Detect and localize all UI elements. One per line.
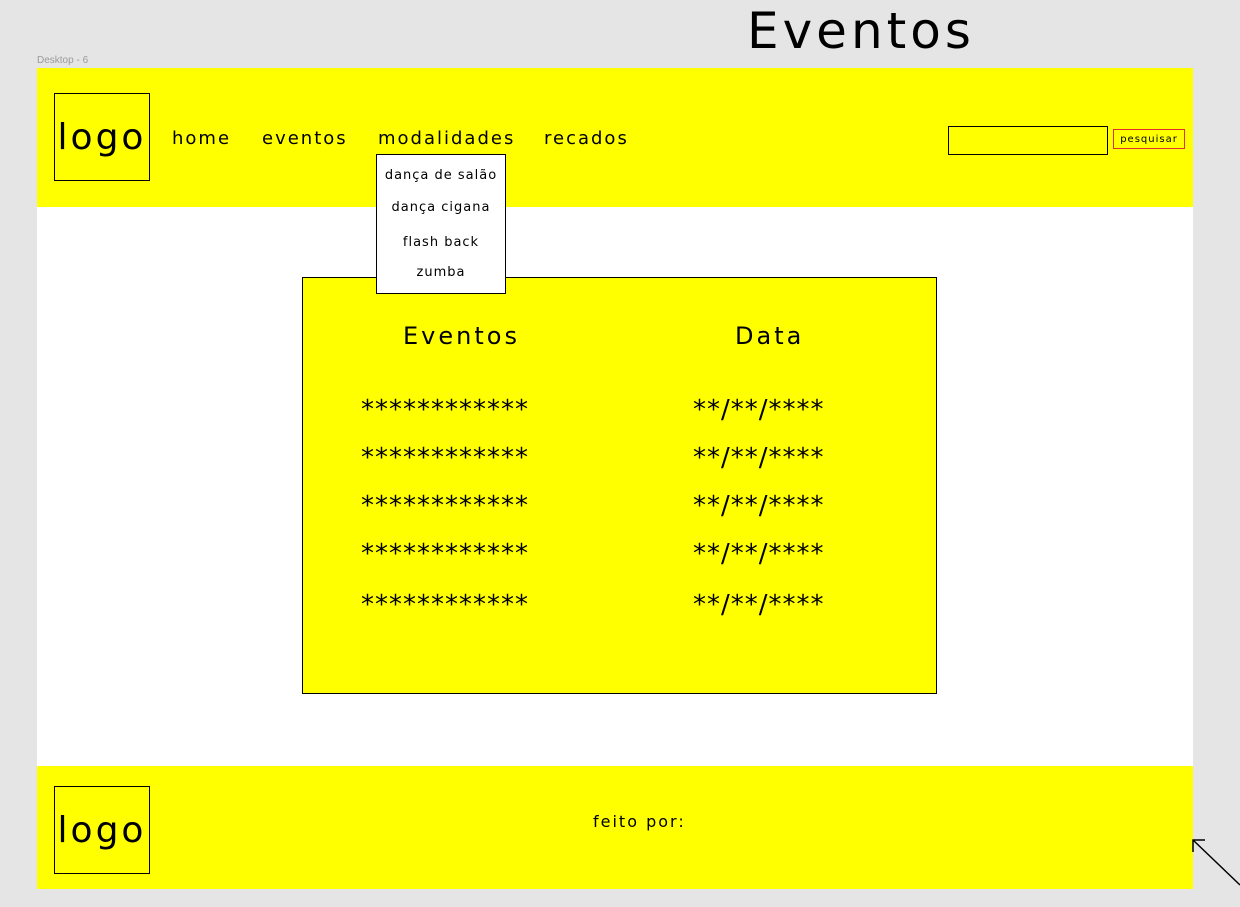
footer-logo[interactable]: logo bbox=[54, 786, 150, 874]
event-date: **/**/**** bbox=[693, 491, 825, 521]
footer: logo feito por: bbox=[37, 766, 1193, 889]
resize-arrow-icon[interactable] bbox=[1180, 830, 1240, 890]
event-name: ************ bbox=[361, 491, 529, 521]
frame-label[interactable]: Desktop - 6 bbox=[37, 55, 88, 66]
modalidades-dropdown: dança de salão dança cigana flash back z… bbox=[376, 154, 506, 294]
event-name: ************ bbox=[361, 539, 529, 569]
dropdown-item-zumba[interactable]: zumba bbox=[377, 265, 505, 280]
event-date: **/**/**** bbox=[693, 539, 825, 569]
event-name: ************ bbox=[361, 395, 529, 425]
header-logo[interactable]: logo bbox=[54, 93, 150, 181]
nav-recados[interactable]: recados bbox=[544, 128, 629, 149]
event-date: **/**/**** bbox=[693, 443, 825, 473]
dropdown-item-flash-back[interactable]: flash back bbox=[377, 235, 505, 250]
canvas-page-title: Eventos bbox=[747, 2, 975, 60]
events-panel: Eventos Data ************ **/**/**** ***… bbox=[302, 277, 937, 694]
event-date: **/**/**** bbox=[693, 395, 825, 425]
desktop-frame: logo home eventos modalidades recados pe… bbox=[37, 68, 1193, 889]
nav-home[interactable]: home bbox=[172, 128, 231, 149]
events-column-header: Eventos bbox=[403, 322, 520, 350]
search-button[interactable]: pesquisar bbox=[1113, 129, 1185, 149]
footer-credits: feito por: bbox=[593, 812, 686, 831]
event-name: ************ bbox=[361, 443, 529, 473]
event-date: **/**/**** bbox=[693, 590, 825, 620]
dropdown-item-danca-de-salao[interactable]: dança de salão bbox=[377, 168, 505, 183]
dropdown-item-danca-cigana[interactable]: dança cigana bbox=[377, 200, 505, 215]
header: logo home eventos modalidades recados pe… bbox=[37, 68, 1193, 207]
nav-modalidades[interactable]: modalidades bbox=[378, 128, 515, 149]
event-name: ************ bbox=[361, 590, 529, 620]
nav-eventos[interactable]: eventos bbox=[262, 128, 348, 149]
date-column-header: Data bbox=[735, 322, 805, 350]
search-input[interactable] bbox=[948, 126, 1108, 155]
